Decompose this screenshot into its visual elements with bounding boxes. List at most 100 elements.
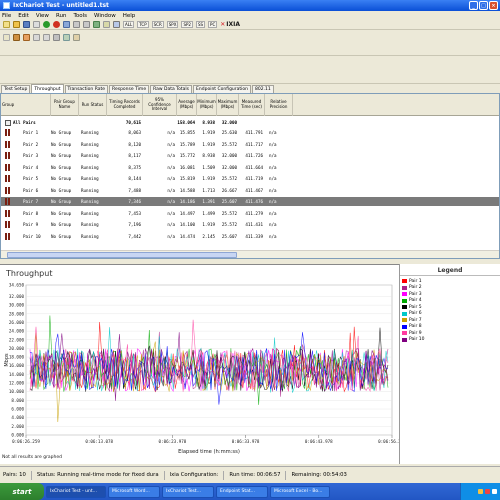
tab-response-time[interactable]: Response Time — [109, 85, 150, 93]
wizard-icon[interactable] — [3, 34, 10, 41]
pair-icon — [4, 175, 11, 182]
protocol-scr-button[interactable]: SCR — [151, 21, 164, 28]
tools-icon[interactable] — [73, 34, 80, 41]
legend-item[interactable]: Pair 10 — [400, 337, 500, 344]
taskbar-item-ixchariot-2[interactable]: IxChariot Test... — [162, 485, 214, 498]
cell-confidence-interval: n/a — [167, 210, 175, 216]
cell-average: 15.789 — [179, 141, 195, 147]
table-row[interactable]: Pair 5 No Group Running 8,144 n/a 15.819 1.919… — [1, 174, 499, 183]
protocol-sp2-button[interactable]: SP2 — [181, 21, 193, 28]
table-row[interactable]: Pair 7 No Group Running 7,346 n/a 14.186 1.391… — [1, 197, 499, 206]
tab-throughput[interactable]: Throughput — [31, 84, 64, 93]
cell-pair-group-name: No Group — [51, 153, 72, 158]
table-row[interactable]: Pair 6 No Group Running 7,488 n/a 14.588 1.713… — [1, 186, 499, 195]
legend-swatch — [402, 298, 407, 303]
menu-bar: File Edit View Run Tools Window Help — [0, 11, 500, 20]
protocol-all-button[interactable]: ALL — [123, 21, 135, 28]
legend-label: Pair 9 — [409, 330, 422, 336]
start-button[interactable]: start — [0, 483, 44, 500]
y-tick-label: 16.000 — [9, 363, 25, 368]
cell-timing-records: 8,117 — [128, 153, 141, 158]
taskbar-item-excel[interactable]: Microsoft Excel - Bo... — [270, 485, 330, 498]
legend-label: Pair 6 — [409, 311, 422, 317]
scrollbar-thumb[interactable] — [7, 252, 237, 258]
menu-window[interactable]: Window — [94, 13, 116, 19]
x-tick-label: 0:06:13.078 — [85, 439, 113, 444]
protocol-pc-button[interactable]: PC — [208, 21, 218, 28]
menu-help[interactable]: Help — [123, 13, 136, 19]
col-group[interactable]: Group — [1, 94, 51, 116]
cell-pair-group-name: No Group — [51, 222, 72, 227]
new-file-icon[interactable] — [3, 21, 10, 28]
legend-swatch — [402, 279, 407, 284]
x-axis-label: Elapsed time (h:mm:ss) — [178, 449, 240, 455]
table-row[interactable]: Pair 2 No Group Running 8,120 n/a 15.789 1.919… — [1, 140, 499, 149]
legend-label: Pair 8 — [409, 324, 422, 330]
table-row[interactable]: Pair 9 No Group Running 7,196 n/a 14.100 1.919… — [1, 220, 499, 229]
system-tray — [460, 483, 500, 500]
col-measured-time[interactable]: Measured Time (sec) — [239, 94, 265, 116]
endpoint-icon[interactable] — [13, 34, 20, 41]
taskbar-item-endpoint[interactable]: Endpoint Stat... — [216, 485, 268, 498]
tray-volume-icon[interactable] — [492, 489, 497, 494]
cell-confidence-interval: n/a — [167, 199, 175, 204]
tray-security-icon[interactable] — [485, 489, 490, 494]
chart-note: Not all results are graphed — [2, 455, 63, 460]
close-button[interactable]: × — [489, 1, 498, 10]
legend-label: Pair 2 — [409, 285, 422, 291]
results-grid: Group Pair Group Name Run Status Timing … — [0, 93, 500, 259]
add-pair-icon[interactable] — [63, 21, 70, 28]
table-row[interactable]: Pair 10 No Group Running 7,442 n/a 14.474 2.14… — [1, 232, 499, 241]
menu-edit[interactable]: Edit — [18, 13, 29, 19]
report-icon[interactable] — [63, 34, 70, 41]
maximize-button[interactable]: □ — [479, 1, 488, 10]
tab-80211[interactable]: 802.11 — [252, 85, 274, 93]
menu-tools[interactable]: Tools — [73, 13, 87, 19]
options-icon[interactable] — [103, 21, 110, 28]
taskbar-item-ixchariot[interactable]: IxChariot Test - unt... — [46, 485, 106, 498]
table-row[interactable]: Pair 3 No Group Running 8,117 n/a 15.772 8.938… — [1, 151, 499, 160]
run-icon[interactable] — [43, 21, 50, 28]
protocol-spx-button[interactable]: SPX — [166, 21, 179, 28]
col-minimum[interactable]: Minimum (Mbps) — [197, 94, 217, 116]
stop-icon[interactable] — [53, 21, 60, 28]
tab-raw-data-totals[interactable]: Raw Data Totals — [150, 85, 193, 93]
save-icon[interactable] — [23, 21, 30, 28]
col-confidence[interactable]: 95% Confidence Interval — [143, 94, 177, 116]
col-average[interactable]: Average (Mbps) — [177, 94, 197, 116]
tab-transaction-rate[interactable]: Transaction Rate — [64, 85, 109, 93]
multicast-icon[interactable] — [93, 21, 100, 28]
graph-icon[interactable] — [113, 21, 120, 28]
delete-icon[interactable] — [83, 21, 90, 28]
tab-endpoint-configuration[interactable]: Endpoint Configuration — [193, 85, 252, 93]
print-icon[interactable] — [33, 21, 40, 28]
col-maximum[interactable]: Maximum (Mbps) — [217, 94, 239, 116]
col-run-status[interactable]: Run Status — [79, 94, 107, 116]
protocol-tcp-button[interactable]: TCP — [137, 21, 149, 28]
table-row[interactable]: Pair 1 No Group Running 8,063 n/a 15.855 1.919… — [1, 128, 499, 137]
open-folder-icon[interactable] — [13, 21, 20, 28]
script-icon[interactable] — [23, 34, 30, 41]
filter-icon[interactable] — [53, 34, 60, 41]
tray-network-icon[interactable] — [478, 489, 483, 494]
table-row[interactable]: Pair 4 No Group Running 8,375 n/a 16.081 1.509… — [1, 163, 499, 172]
col-timing-records[interactable]: Timing Records Completed — [107, 94, 143, 116]
menu-view[interactable]: View — [36, 13, 49, 19]
menu-run[interactable]: Run — [56, 13, 67, 19]
all-pairs-row[interactable]: All Pairs 70,615 158.064 8.938 32.000 — [1, 118, 499, 127]
col-pair-group-name[interactable]: Pair Group Name — [51, 94, 79, 116]
table-row[interactable]: Pair 8 No Group Running 7,453 n/a 14.497 1.499… — [1, 209, 499, 218]
cell-relative-precision: n/a — [269, 187, 277, 193]
taskbar-item-word[interactable]: Microsoft Word... — [108, 485, 160, 498]
grid-horizontal-scrollbar[interactable] — [1, 250, 499, 258]
export-icon[interactable] — [43, 34, 50, 41]
edit-icon[interactable] — [73, 21, 80, 28]
tab-test-setup[interactable]: Test Setup — [1, 85, 31, 93]
status-pairs: Pairs: 10 — [3, 472, 26, 478]
compare-icon[interactable] — [33, 34, 40, 41]
minimize-button[interactable]: _ — [469, 1, 478, 10]
protocol-ss-button[interactable]: SS — [195, 21, 206, 28]
cell-confidence-interval: n/a — [167, 222, 175, 227]
col-relative-precision[interactable]: Relative Precision — [265, 94, 293, 116]
menu-file[interactable]: File — [2, 13, 11, 19]
